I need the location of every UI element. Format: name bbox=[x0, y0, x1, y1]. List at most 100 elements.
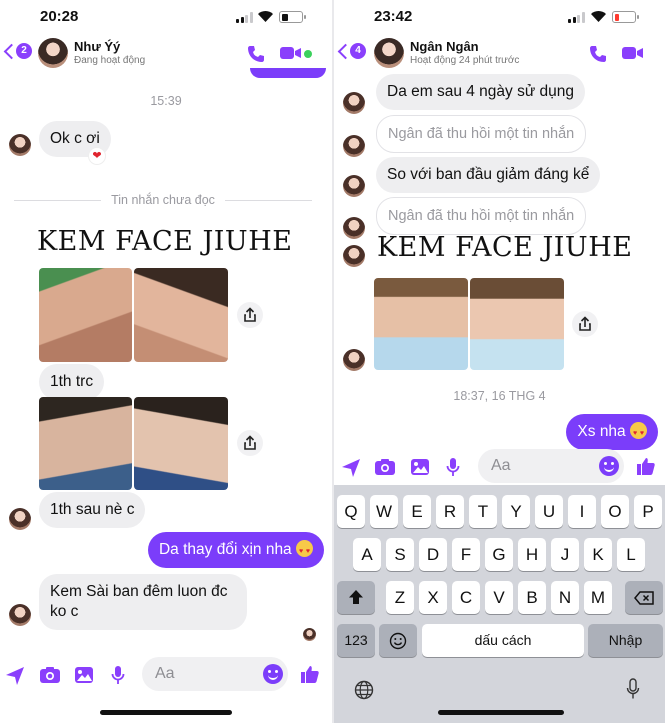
status-time: 23:42 bbox=[374, 8, 413, 25]
previous-message-edge bbox=[250, 68, 326, 78]
key-s[interactable]: S bbox=[386, 538, 414, 571]
key-k[interactable]: K bbox=[584, 538, 612, 571]
contact-avatar[interactable] bbox=[374, 38, 404, 68]
unread-label: Tin nhắn chưa đọc bbox=[111, 193, 215, 207]
key-h[interactable]: H bbox=[518, 538, 546, 571]
return-key[interactable]: Nhập bbox=[588, 624, 663, 657]
gallery-icon[interactable] bbox=[410, 458, 430, 476]
key-w[interactable]: W bbox=[370, 495, 398, 528]
message-bubble-outgoing[interactable]: Da thay đổi xịn nha bbox=[147, 532, 324, 568]
dictation-mic-icon[interactable] bbox=[626, 678, 640, 700]
contact-status: Đang hoạt động bbox=[74, 55, 146, 66]
photo-before-2[interactable] bbox=[134, 268, 228, 362]
contact-name[interactable]: Như Ýý bbox=[74, 39, 120, 54]
message-row-outgoing: Da thay đổi xịn nha bbox=[147, 532, 324, 568]
gallery-icon[interactable] bbox=[74, 666, 94, 684]
share-icon bbox=[244, 435, 256, 450]
message-bubble[interactable]: Kem Sài ban đêm luon đc ko c bbox=[39, 574, 247, 630]
space-key[interactable]: dấu cách bbox=[422, 624, 584, 657]
key-m[interactable]: M bbox=[584, 581, 612, 614]
microphone-icon[interactable] bbox=[446, 457, 460, 477]
key-x[interactable]: X bbox=[419, 581, 447, 614]
unread-divider: Tin nhắn chưa đọc bbox=[14, 193, 312, 207]
backspace-icon bbox=[634, 591, 654, 605]
shift-key[interactable] bbox=[337, 581, 375, 614]
key-z[interactable]: Z bbox=[386, 581, 414, 614]
thumbs-up-icon[interactable] bbox=[300, 664, 320, 684]
key-u[interactable]: U bbox=[535, 495, 563, 528]
thumbs-up-icon[interactable] bbox=[636, 456, 656, 476]
contact-avatar[interactable] bbox=[38, 38, 68, 68]
status-time: 20:28 bbox=[40, 8, 79, 25]
key-l[interactable]: L bbox=[617, 538, 645, 571]
key-f[interactable]: F bbox=[452, 538, 480, 571]
photo-after[interactable] bbox=[470, 278, 564, 370]
chat-header: 4 Ngân Ngân Hoạt động 24 phút trước bbox=[334, 34, 665, 72]
status-bar: 20:28 bbox=[0, 0, 332, 34]
message-row: 1th sau nè c bbox=[9, 492, 146, 530]
key-v[interactable]: V bbox=[485, 581, 513, 614]
phone-call-icon[interactable] bbox=[588, 44, 608, 64]
message-composer: Aa bbox=[0, 653, 332, 695]
key-e[interactable]: E bbox=[403, 495, 431, 528]
video-call-icon[interactable] bbox=[280, 46, 302, 60]
photo-before-1[interactable] bbox=[39, 268, 132, 362]
message-bubble[interactable]: 1th trc bbox=[39, 364, 105, 400]
key-t[interactable]: T bbox=[469, 495, 497, 528]
contact-name[interactable]: Ngân Ngân bbox=[410, 39, 479, 54]
key-r[interactable]: R bbox=[436, 495, 464, 528]
share-button[interactable] bbox=[572, 311, 598, 337]
emoji-key[interactable] bbox=[379, 624, 417, 657]
key-g[interactable]: G bbox=[485, 538, 513, 571]
message-input[interactable]: Aa bbox=[142, 657, 288, 691]
key-n[interactable]: N bbox=[551, 581, 579, 614]
location-arrow-icon[interactable] bbox=[341, 458, 361, 478]
sender-avatar bbox=[9, 604, 31, 626]
photo-after-1[interactable] bbox=[39, 397, 132, 490]
message-bubble[interactable]: 1th sau nè c bbox=[39, 492, 146, 528]
camera-icon[interactable] bbox=[39, 666, 61, 684]
message-input[interactable]: Aa bbox=[478, 449, 624, 483]
backspace-key[interactable] bbox=[625, 581, 663, 614]
key-y[interactable]: Y bbox=[502, 495, 530, 528]
keyboard: Q W E R T Y U I O P A S D F G H J K L Z bbox=[334, 485, 665, 723]
key-b[interactable]: B bbox=[518, 581, 546, 614]
message-composer: Aa bbox=[334, 445, 665, 487]
recalled-message: Ngân đã thu hồi một tin nhắn bbox=[376, 197, 587, 235]
photo-after-2[interactable] bbox=[134, 397, 228, 490]
back-button[interactable]: 4 bbox=[337, 43, 366, 59]
emoji-icon[interactable] bbox=[263, 664, 283, 684]
message-bubble[interactable]: So với ban đầu giảm đáng kể bbox=[376, 157, 601, 193]
numbers-key[interactable]: 123 bbox=[337, 624, 375, 657]
home-indicator bbox=[438, 710, 564, 715]
microphone-icon[interactable] bbox=[111, 665, 125, 685]
message-row: Da em sau 4 ngày sử dụng bbox=[343, 74, 586, 114]
share-button[interactable] bbox=[237, 302, 263, 328]
globe-icon[interactable] bbox=[354, 680, 374, 700]
key-j[interactable]: J bbox=[551, 538, 579, 571]
location-arrow-icon[interactable] bbox=[5, 666, 25, 686]
emoji-icon[interactable] bbox=[599, 456, 619, 476]
sender-avatar bbox=[9, 508, 31, 530]
photo-before[interactable] bbox=[374, 278, 468, 370]
key-p[interactable]: P bbox=[634, 495, 662, 528]
wifi-icon bbox=[258, 11, 273, 22]
camera-icon[interactable] bbox=[374, 458, 396, 476]
share-button[interactable] bbox=[237, 430, 263, 456]
key-d[interactable]: D bbox=[419, 538, 447, 571]
key-i[interactable]: I bbox=[568, 495, 596, 528]
cellular-signal-icon bbox=[236, 12, 253, 23]
key-o[interactable]: O bbox=[601, 495, 629, 528]
back-button[interactable]: 2 bbox=[3, 43, 32, 59]
smiley-icon bbox=[389, 632, 407, 650]
message-bubble[interactable]: Da em sau 4 ngày sử dụng bbox=[376, 74, 586, 110]
heart-eyes-emoji bbox=[296, 540, 313, 562]
key-a[interactable]: A bbox=[353, 538, 381, 571]
phone-call-icon[interactable] bbox=[246, 44, 266, 64]
key-q[interactable]: Q bbox=[337, 495, 365, 528]
video-call-icon[interactable] bbox=[622, 46, 644, 60]
key-c[interactable]: C bbox=[452, 581, 480, 614]
reaction-heart[interactable]: ❤ bbox=[89, 148, 105, 164]
message-row: Kem Sài ban đêm luon đc ko c bbox=[9, 574, 247, 630]
timestamp: 18:37, 16 THG 4 bbox=[453, 389, 546, 403]
